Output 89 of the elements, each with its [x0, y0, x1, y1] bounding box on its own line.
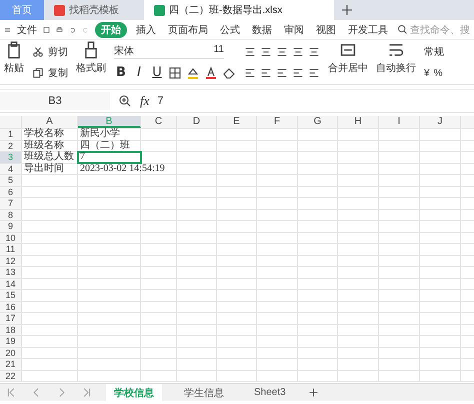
ribbon-tab[interactable]: 插入 — [133, 22, 159, 38]
row-header[interactable]: 1 — [0, 129, 22, 140]
align-icon[interactable] — [244, 66, 256, 78]
table-cell: 导出时间 — [24, 164, 64, 174]
column-header[interactable]: D — [177, 116, 217, 128]
sheet-tab[interactable]: 学生信息 — [176, 384, 232, 402]
row-header[interactable]: 13 — [0, 267, 22, 278]
row-header[interactable]: 5 — [0, 175, 22, 186]
row-header[interactable]: 7 — [0, 198, 22, 208]
row-header[interactable]: 18 — [0, 324, 22, 335]
document-tab[interactable]: 找稻壳模板 — [44, 0, 144, 20]
search-icon[interactable] — [397, 24, 408, 35]
border-icon[interactable] — [168, 66, 182, 80]
table-cell: 2023-03-02 14:54:19 — [80, 164, 165, 174]
row-header[interactable]: 10 — [0, 232, 22, 243]
wrap-text-icon[interactable] — [387, 41, 405, 59]
function-button[interactable]: fx — [140, 93, 150, 109]
row-header[interactable]: 8 — [0, 210, 22, 220]
row-header[interactable]: 16 — [0, 302, 22, 312]
font-color-icon[interactable] — [204, 66, 218, 80]
paste-button[interactable]: 粘贴 — [4, 61, 24, 75]
align-icon[interactable] — [260, 66, 272, 78]
plus-icon[interactable] — [340, 3, 354, 17]
merge-center-button[interactable]: 合并居中 — [328, 61, 368, 75]
align-icon[interactable] — [292, 66, 304, 78]
clipboard-icon[interactable] — [5, 41, 23, 59]
row-header[interactable]: 15 — [0, 290, 22, 300]
scissors-icon[interactable] — [32, 46, 44, 58]
column-header[interactable]: F — [257, 116, 298, 128]
ribbon-tab[interactable]: 视图 — [313, 22, 339, 38]
wrap-text-button[interactable]: 自动换行 — [376, 61, 416, 75]
format-button[interactable]: U — [150, 65, 164, 80]
column-header[interactable]: I — [379, 116, 420, 128]
row-header[interactable]: 19 — [0, 336, 22, 346]
table-cell: 学校名称 — [24, 129, 64, 140]
fill-color-icon[interactable] — [186, 66, 200, 80]
currency-button[interactable]: ¥ — [424, 68, 430, 79]
align-icon[interactable] — [308, 66, 320, 78]
ribbon-tab[interactable]: 公式 — [217, 22, 243, 38]
copy-button[interactable]: 复制 — [48, 66, 68, 80]
percent-button[interactable]: % — [434, 68, 442, 79]
align-icon[interactable] — [260, 46, 272, 58]
table-cell: 7 — [80, 152, 85, 162]
row-header[interactable]: 17 — [0, 313, 22, 324]
column-header[interactable]: C — [141, 116, 177, 128]
ribbon-tab[interactable]: 开发工具 — [345, 22, 391, 38]
ribbon-tab[interactable]: 数据 — [249, 22, 275, 38]
row-header[interactable]: 20 — [0, 348, 22, 358]
sheet-tab[interactable]: Sheet3 — [246, 385, 294, 400]
table-cell: 班级总人数 — [24, 152, 74, 162]
cut-button[interactable]: 剪切 — [48, 44, 68, 58]
column-header[interactable]: H — [338, 116, 379, 128]
row-header[interactable]: 14 — [0, 278, 22, 289]
document-tab[interactable]: 四（二）班-数据导出.xlsx — [144, 0, 334, 20]
column-header[interactable]: E — [217, 116, 257, 128]
ribbon-tab[interactable]: 审阅 — [281, 22, 307, 38]
row-header[interactable]: 22 — [0, 370, 22, 381]
align-icon[interactable] — [276, 46, 288, 58]
format-painter-button[interactable]: 格式刷 — [76, 61, 106, 75]
align-icon[interactable] — [276, 66, 288, 78]
column-header[interactable]: G — [298, 116, 338, 128]
file-menu[interactable]: 文件 — [17, 22, 37, 36]
align-icon[interactable] — [292, 46, 304, 58]
row-header[interactable]: 2 — [0, 140, 22, 151]
format-button[interactable]: B — [114, 65, 128, 80]
font-size-field[interactable]: 11 — [214, 44, 224, 58]
table-cell-text: 班级名称 — [24, 140, 64, 150]
add-sheet-icon[interactable] — [308, 387, 319, 398]
format-button[interactable]: I — [132, 65, 146, 80]
row-header[interactable]: 12 — [0, 256, 22, 266]
copy-icon[interactable] — [32, 66, 44, 78]
merge-icon[interactable] — [339, 41, 357, 59]
row-header[interactable]: 11 — [0, 244, 22, 254]
table-cell: 新民小学 — [80, 129, 120, 140]
row-header[interactable]: 6 — [0, 186, 22, 197]
row-header[interactable]: 21 — [0, 359, 22, 370]
align-icon[interactable] — [244, 46, 256, 58]
zoom-icon[interactable] — [118, 94, 132, 108]
cell-reference-field[interactable]: B3 — [0, 92, 110, 110]
spreadsheet-icon — [154, 4, 165, 16]
table-cell: 四（二）班 — [80, 140, 130, 151]
app-logo-icon — [54, 4, 65, 16]
font-field[interactable]: 宋体 — [114, 44, 134, 58]
column-header[interactable]: J — [420, 116, 461, 128]
row-header[interactable]: 9 — [0, 221, 22, 232]
ribbon-tab[interactable]: 页面布局 — [165, 22, 211, 38]
number-format-field[interactable]: 常规 — [424, 45, 444, 60]
align-icon[interactable] — [308, 46, 320, 58]
row-header[interactable]: 4 — [0, 164, 22, 174]
